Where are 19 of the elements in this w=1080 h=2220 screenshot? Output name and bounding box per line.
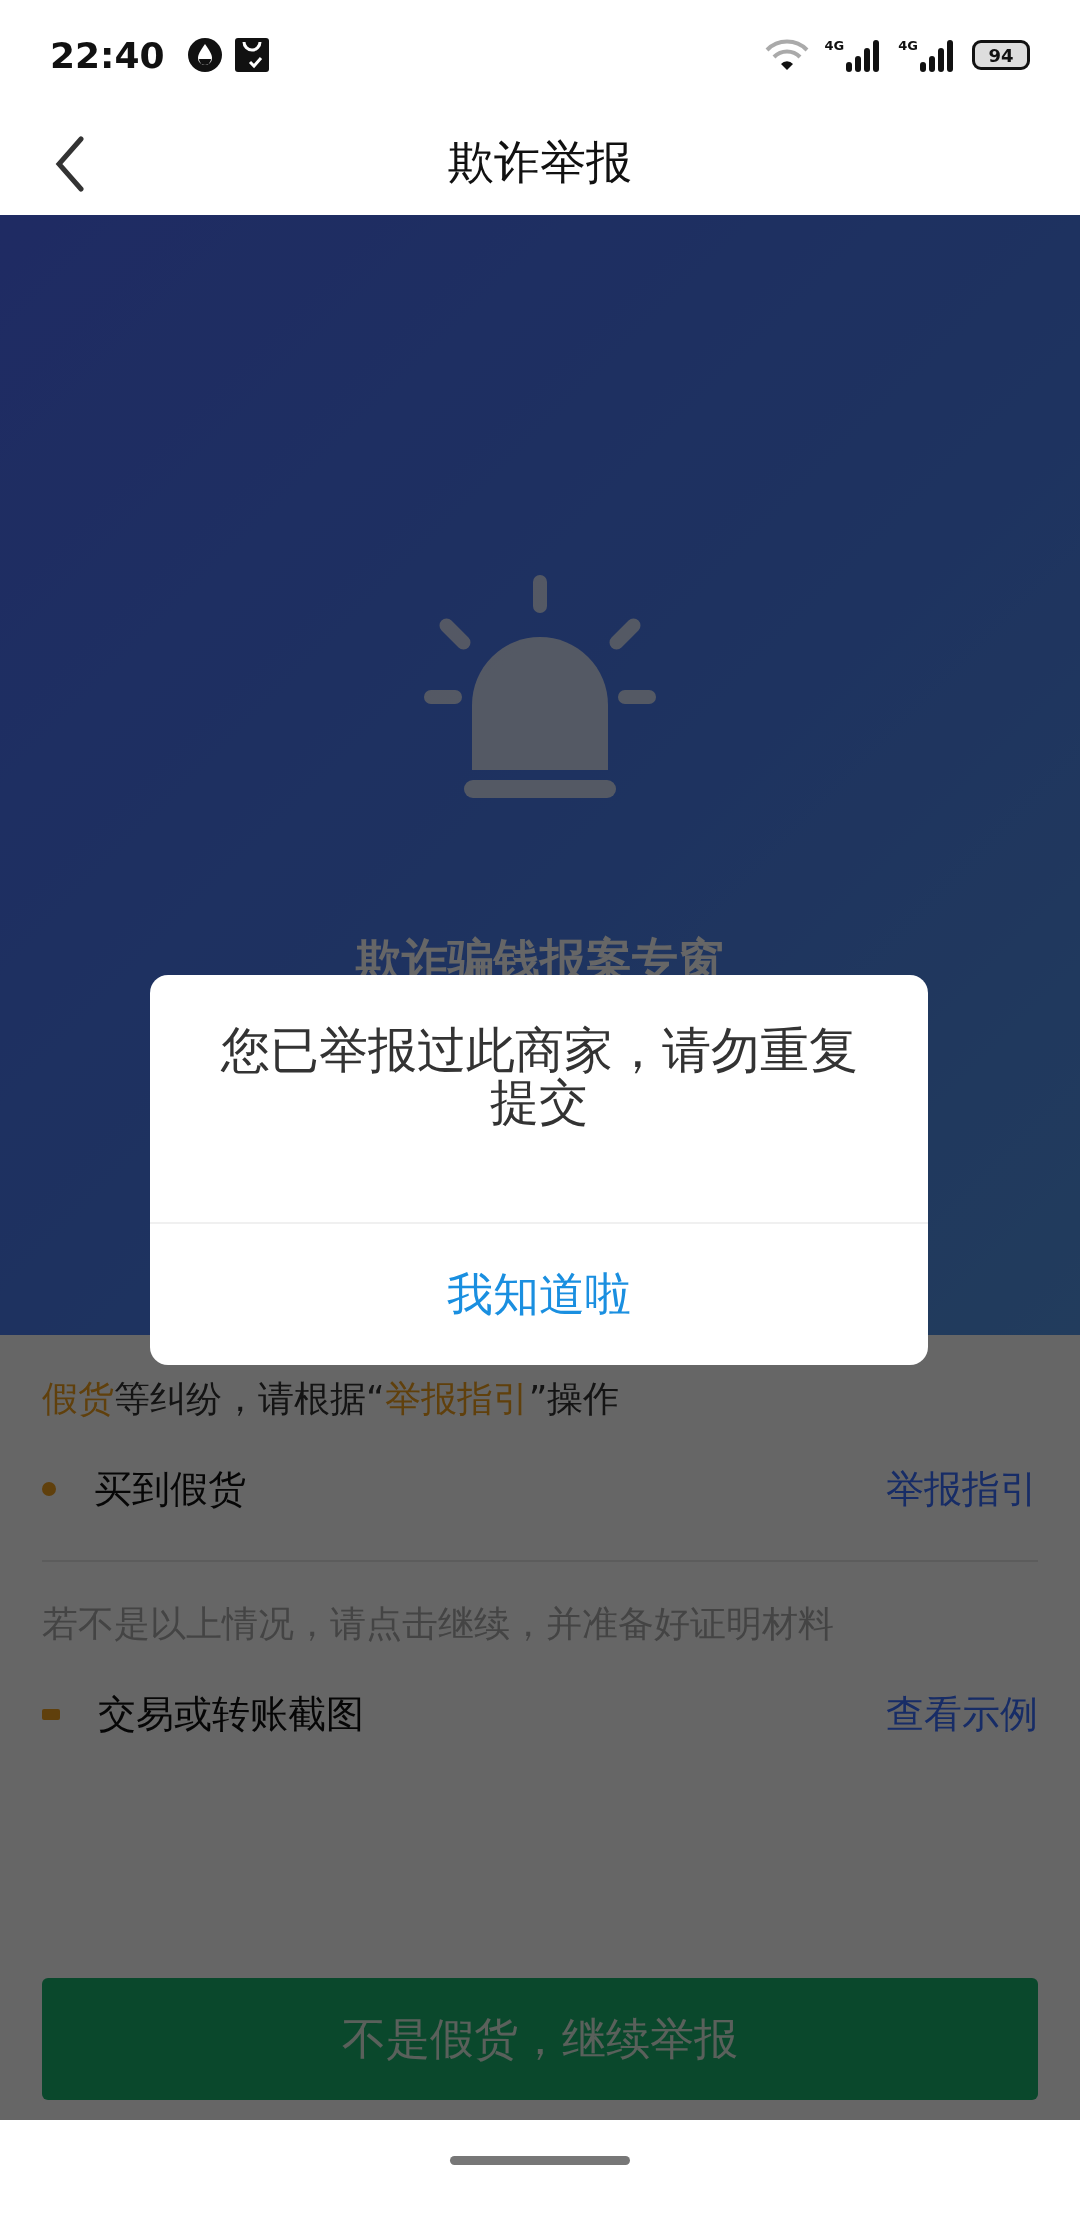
item-label: 买到假货	[94, 1465, 246, 1513]
status-time: 22:40	[50, 34, 165, 76]
drop-icon	[186, 37, 223, 73]
wifi-icon	[764, 38, 809, 72]
dialog-message: 您已举报过此商家，请勿重复提交	[219, 1021, 859, 1133]
siren-icon	[424, 575, 656, 800]
acknowledge-button[interactable]: 我知道啦	[150, 1222, 928, 1365]
battery-icon: 94	[972, 40, 1030, 70]
item-label: 交易或转账截图	[98, 1690, 364, 1738]
network-type-label: 4G	[824, 38, 845, 53]
notice-text: 假货等纠纷，请根据“举报指引”操作	[42, 1377, 621, 1421]
guide-link[interactable]: 查看示例	[886, 1688, 1038, 1740]
signal-icon	[920, 38, 956, 72]
continue-report-button[interactable]: 不是假货，继续举报	[42, 1978, 1038, 2100]
network-type-label: 4G	[898, 38, 918, 53]
page-title: 欺诈举报	[448, 133, 632, 191]
shopping-bag-icon	[234, 38, 269, 72]
home-indicator[interactable]	[450, 2155, 630, 2165]
guide-link[interactable]: 举报指引	[886, 1463, 1038, 1515]
